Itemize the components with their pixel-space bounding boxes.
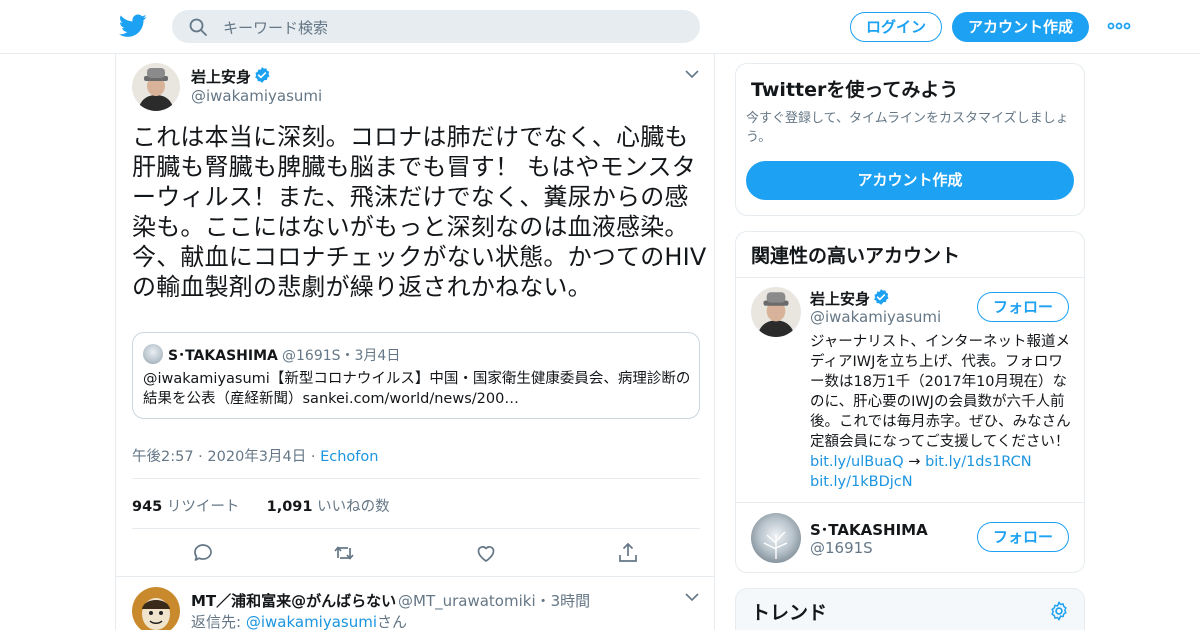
- tweet-column: 岩上安身 @iwakamiyasumi これは本当に深刻。コロナは肺だけでなく、…: [115, 54, 715, 630]
- more-icon[interactable]: [1107, 20, 1131, 32]
- chevron-down-icon[interactable]: [684, 591, 700, 603]
- tweet-timestamp[interactable]: 午後2:57 · 2020年3月4日 ·: [132, 449, 320, 465]
- quoted-author-handle: @1691S・3月4日: [282, 348, 401, 364]
- bio-link[interactable]: bit.ly/1ds1RCN: [925, 454, 1032, 470]
- trends-title: トレンド: [751, 602, 828, 624]
- avatar[interactable]: [132, 63, 180, 111]
- quoted-author-name: S･TAKASHIMA: [168, 348, 278, 364]
- author-handle[interactable]: @iwakamiyasumi: [191, 87, 322, 105]
- tweet-stats: 945 リツイート 1,091 いいねの数: [132, 495, 390, 516]
- top-navigation-bar: キーワード検索 ログイン アカウント作成: [0, 0, 1200, 54]
- account-bio: ジャーナリスト、インターネット報道メディアIWJを立ち上げ、代表。フォロワー数は…: [810, 334, 1071, 490]
- account-handle[interactable]: @1691S: [810, 539, 873, 557]
- verified-badge-icon: [255, 67, 270, 83]
- follow-button[interactable]: フォロー: [977, 522, 1069, 552]
- retweet-icon[interactable]: [332, 541, 356, 565]
- account-name[interactable]: 岩上安身: [810, 288, 870, 309]
- bio-link[interactable]: bit.ly/1kBDjcN: [810, 474, 913, 490]
- frosted-tree-photo-icon: [751, 513, 801, 563]
- trends-card: トレンド: [735, 588, 1085, 630]
- follow-button[interactable]: フォロー: [977, 292, 1069, 322]
- search-input[interactable]: キーワード検索: [223, 17, 328, 38]
- quoted-tweet[interactable]: S･TAKASHIMA @1691S・3月4日 @iwakamiyasumi【新…: [132, 332, 700, 419]
- avatar[interactable]: [751, 287, 801, 337]
- avatar: [143, 344, 163, 364]
- replying-to: 返信先: @iwakamiyasumiさん: [191, 613, 408, 630]
- reply-author-photo-icon: [132, 587, 180, 630]
- account-name[interactable]: S･TAKASHIMA: [810, 519, 928, 540]
- bio-link[interactable]: bit.ly/ulBuaQ: [810, 454, 904, 470]
- divider: [736, 277, 1084, 278]
- quoted-text: @iwakamiyasumi【新型コロナウイルス】中国・国家衛生健康委員会、病理…: [143, 371, 691, 407]
- tweet-metadata: 午後2:57 · 2020年3月4日 · Echofon: [132, 445, 378, 466]
- signup-card: Twitterを使ってみよう 今すぐ登録して、タイムラインをカスタマイズしましょ…: [735, 63, 1085, 216]
- share-icon[interactable]: [616, 541, 640, 565]
- chevron-down-icon[interactable]: [684, 68, 700, 80]
- signup-button[interactable]: アカウント作成: [952, 12, 1089, 42]
- avatar[interactable]: [751, 513, 801, 563]
- divider: [132, 528, 700, 529]
- client-link[interactable]: Echofon: [320, 449, 378, 465]
- replying-to-link[interactable]: @iwakamiyasumi: [246, 613, 377, 630]
- search-icon: [189, 18, 207, 36]
- related-accounts-title: 関連性の高いアカウント: [751, 245, 961, 267]
- account-handle[interactable]: @iwakamiyasumi: [810, 308, 941, 326]
- retweet-stat[interactable]: 945 リツイート: [132, 499, 239, 515]
- avatar[interactable]: [132, 587, 180, 630]
- tweet-text: これは本当に深刻。コロナは肺だけでなく、心臓も肝臓も腎臓も脾臓も脳までも冒す！ …: [132, 123, 707, 301]
- create-account-button[interactable]: アカウント作成: [746, 161, 1074, 200]
- author-photo-icon: [751, 287, 801, 337]
- divider: [116, 576, 714, 577]
- verified-badge-icon: [874, 289, 889, 305]
- gear-icon[interactable]: [1048, 600, 1070, 622]
- login-button[interactable]: ログイン: [850, 12, 942, 42]
- reply-author-name[interactable]: MT／浦和富来@がんばらない: [191, 590, 396, 611]
- reply-icon[interactable]: [191, 541, 215, 565]
- bird-icon[interactable]: [119, 13, 147, 39]
- author-photo-icon: [132, 63, 180, 111]
- heart-icon[interactable]: [474, 541, 498, 565]
- reply-author-handle[interactable]: @MT_urawatomiki・3時間: [398, 590, 590, 611]
- signup-card-subtitle: 今すぐ登録して、タイムラインをカスタマイズしましょう。: [746, 111, 1069, 145]
- related-accounts-card: 関連性の高いアカウント 岩上安身 @iwakamiyasumi フォロー ジャー…: [735, 231, 1085, 573]
- signup-card-title: Twitterを使ってみよう: [751, 79, 959, 101]
- divider: [132, 478, 700, 479]
- divider: [736, 502, 1084, 503]
- author-name[interactable]: 岩上安身: [191, 66, 251, 87]
- like-stat[interactable]: 1,091 いいねの数: [267, 499, 390, 515]
- search-box[interactable]: キーワード検索: [172, 10, 700, 43]
